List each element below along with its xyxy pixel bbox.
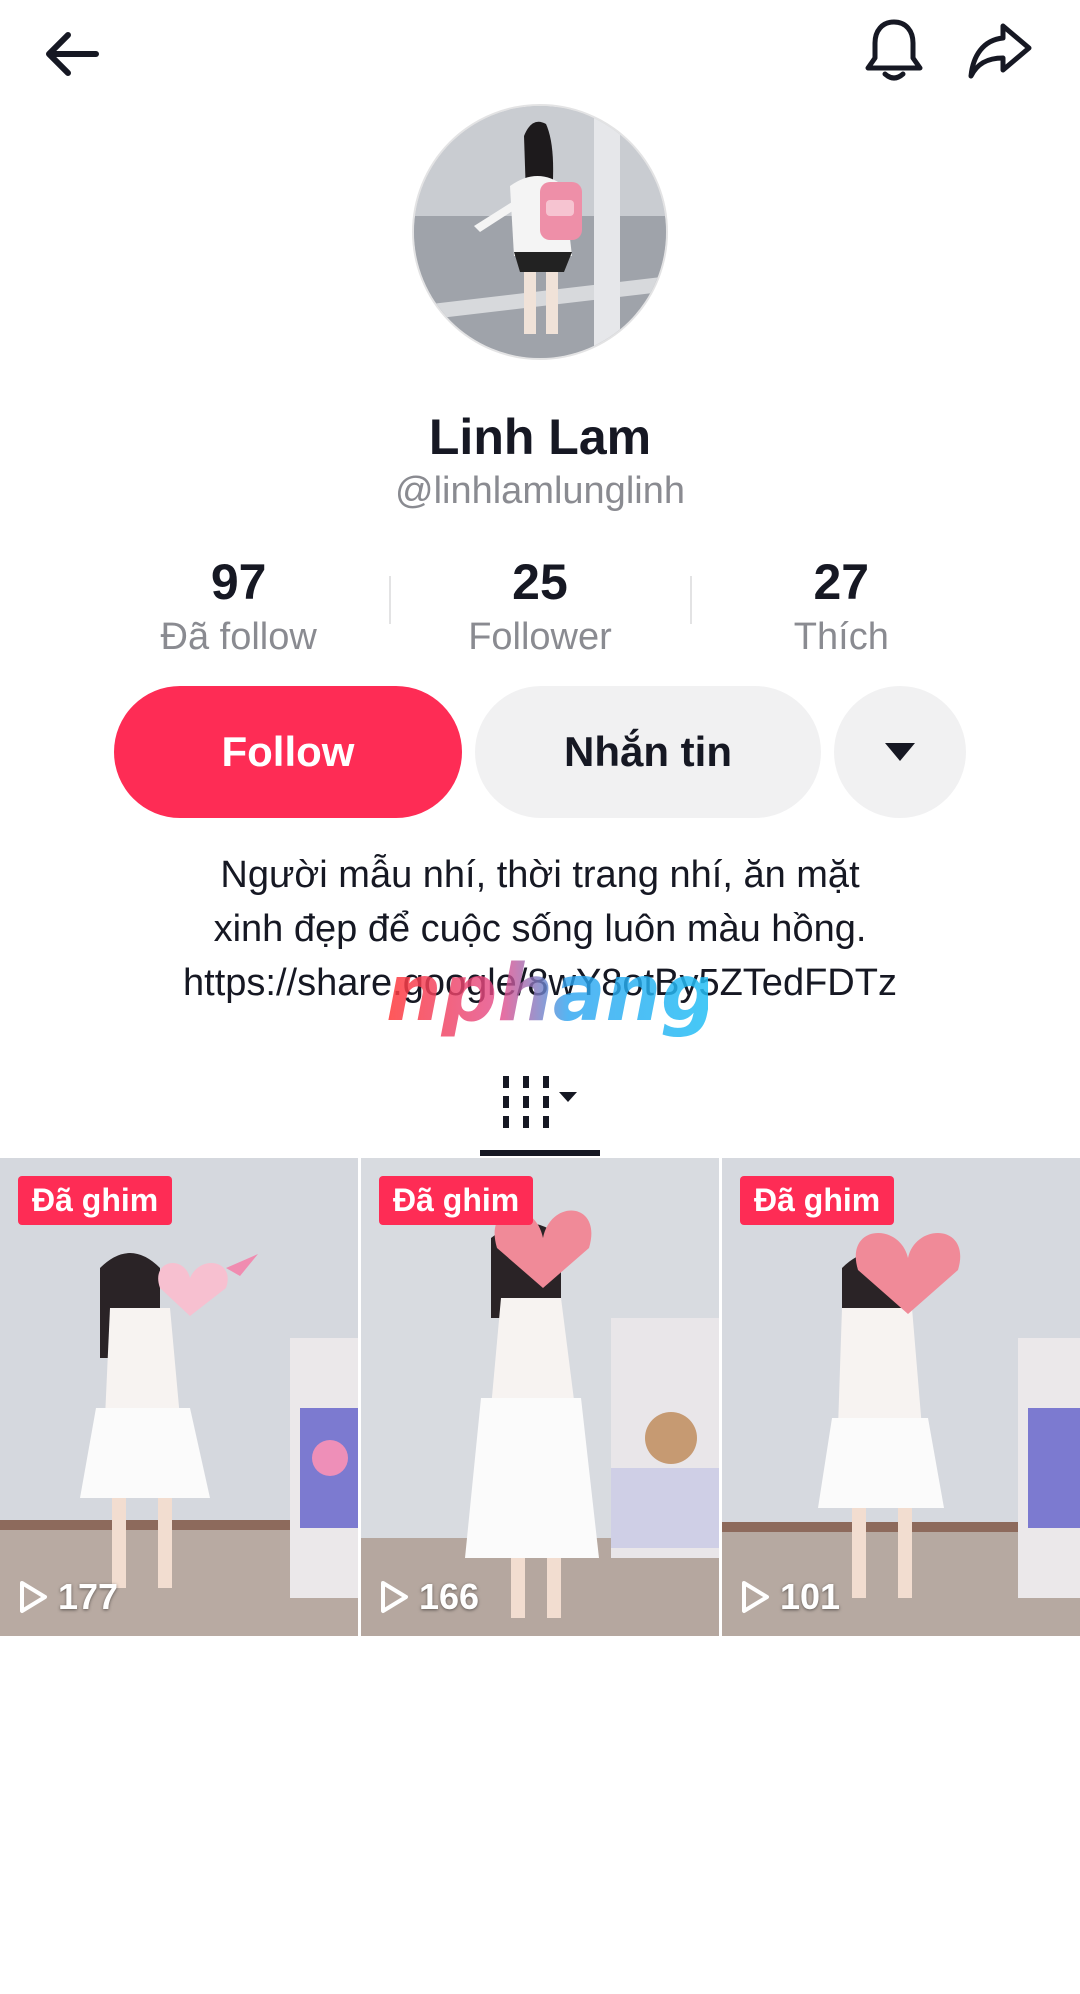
view-count-value: 166 (419, 1576, 480, 1617)
avatar[interactable] (412, 104, 668, 360)
tab-active-indicator (480, 1150, 600, 1156)
video-thumbnail (722, 1158, 1080, 1636)
back-button[interactable] (30, 12, 114, 96)
play-icon (20, 1581, 47, 1613)
pinned-badge: Đã ghim (18, 1176, 173, 1225)
view-count-value: 101 (780, 1576, 841, 1617)
svg-text:nphang: nphang (386, 950, 708, 1039)
pinned-badge: Đã ghim (740, 1176, 895, 1225)
video-tile[interactable]: Đã ghim 177 (0, 1158, 358, 1636)
watermark-logo: nphang (386, 950, 708, 1039)
display-name: Linh Lam (428, 409, 652, 465)
stat-value: 25 (512, 554, 568, 610)
stat-likes: 27 Thích (691, 552, 992, 662)
pinned-badge: Đã ghim (379, 1176, 534, 1225)
tab-videos[interactable] (480, 1052, 600, 1152)
stat-label: Thích (793, 616, 889, 658)
video-tile[interactable]: Đã ghim 166 (361, 1158, 719, 1636)
stat-value: 97 (210, 554, 267, 610)
profile-stats: 97 Đã follow 25 Follower 27 Thích (88, 552, 992, 662)
caret-down-icon (885, 743, 915, 761)
bell-icon (865, 19, 923, 81)
avatar-photo (414, 106, 666, 358)
video-grid-icon (503, 1076, 577, 1128)
view-count: 101 (740, 1576, 840, 1618)
play-icon (742, 1581, 769, 1613)
bio-line: xinh đẹp để cuộc sống luôn màu hồng. (213, 908, 867, 950)
share-button[interactable] (958, 8, 1042, 92)
follow-button[interactable]: Follow (114, 686, 462, 818)
notification-bell-button[interactable] (852, 8, 936, 92)
arrow-left-icon (46, 32, 99, 76)
video-tile[interactable]: Đã ghim 101 (722, 1158, 1080, 1636)
message-button[interactable]: Nhắn tin (475, 686, 821, 818)
stat-followers[interactable]: 25 Follower (389, 552, 690, 662)
video-thumbnail (0, 1158, 358, 1636)
stat-divider (690, 576, 692, 624)
view-count: 177 (18, 1576, 118, 1618)
username: @linhlamlunglinh (395, 470, 685, 512)
share-arrow-icon (968, 23, 1032, 79)
stat-following[interactable]: 97 Đã follow (88, 552, 389, 662)
stat-value: 27 (813, 554, 870, 610)
more-options-button[interactable] (834, 686, 966, 818)
stat-label: Follower (468, 616, 612, 658)
video-grid: Đã ghim 177 Đã ghim 166 Đã ghim 101 (0, 1158, 1080, 1636)
view-count-value: 177 (58, 1576, 119, 1617)
stat-label: Đã follow (160, 616, 317, 658)
play-icon (381, 1581, 408, 1613)
video-thumbnail (361, 1158, 719, 1636)
bio-line: Người mẫu nhí, thời trang nhí, ăn mặt (220, 854, 860, 896)
view-count: 166 (379, 1576, 479, 1618)
stat-divider (389, 576, 391, 624)
top-bar (0, 0, 1080, 100)
